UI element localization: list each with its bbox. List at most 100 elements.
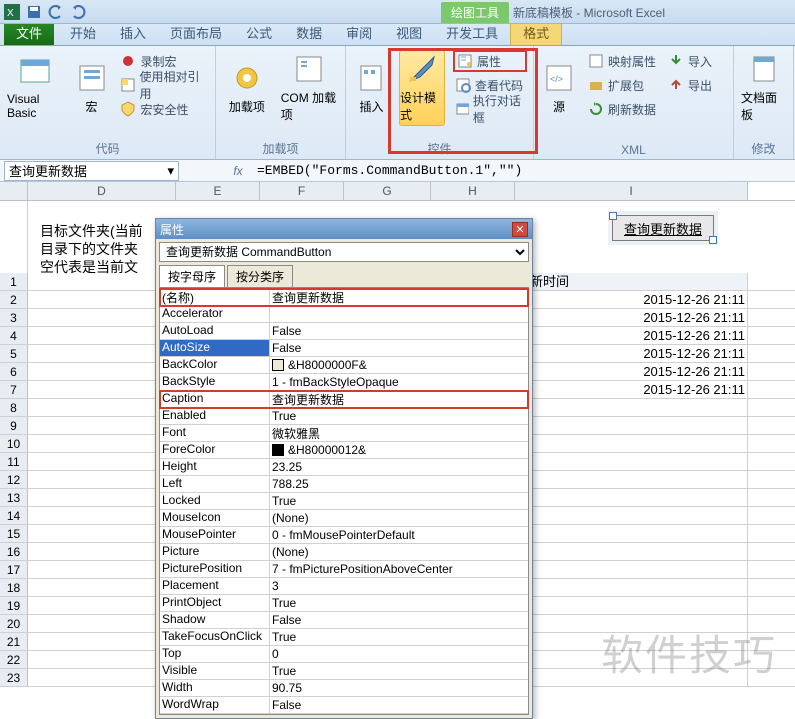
tab-categorized[interactable]: 按分类序 [227,265,293,287]
com-addins-button[interactable]: COM 加载项 [280,50,339,126]
cell[interactable]: 2015-12-26 21:11 [515,327,748,344]
property-value[interactable]: 23.25 [270,459,528,475]
property-value[interactable]: &H8000000F& [270,357,528,373]
cell[interactable] [28,633,176,650]
property-row[interactable]: PicturePosition7 - fmPicturePositionAbov… [160,561,528,578]
col-header-H[interactable]: H [431,182,515,200]
property-row[interactable]: MousePointer0 - fmMousePointerDefault [160,527,528,544]
property-value[interactable]: 90.75 [270,680,528,696]
col-header-G[interactable]: G [344,182,431,200]
property-row[interactable]: Height23.25 [160,459,528,476]
expand-pack-button[interactable]: 扩展包 [586,74,658,96]
property-row[interactable]: MouseIcon(None) [160,510,528,527]
property-row[interactable]: LockedTrue [160,493,528,510]
cell[interactable] [28,309,176,326]
cell[interactable] [515,453,748,470]
properties-titlebar[interactable]: 属性 ✕ [156,219,532,239]
col-header-D[interactable]: D [28,182,176,200]
cell[interactable] [515,471,748,488]
row-header[interactable]: 18 [0,579,28,596]
property-value[interactable]: &H80000012& [270,442,528,458]
row-header[interactable]: 14 [0,507,28,524]
cell[interactable] [28,399,176,416]
property-value[interactable]: False [270,612,528,628]
command-button-object[interactable]: 查询更新数据 [612,215,714,241]
row-header[interactable]: 20 [0,615,28,632]
property-value[interactable]: 0 [270,646,528,662]
cell[interactable] [28,471,176,488]
property-value[interactable]: True [270,493,528,509]
doc-panel-button[interactable]: 文档面板 [740,50,787,126]
property-value[interactable]: True [270,408,528,424]
properties-button[interactable]: 属性 [453,50,527,72]
cell[interactable] [515,399,748,416]
row-header[interactable]: 7 [0,381,28,398]
property-row[interactable]: Font微软雅黑 [160,425,528,442]
tab-alphabetic[interactable]: 按字母序 [159,265,225,287]
property-value[interactable]: True [270,629,528,645]
cell[interactable]: 更新时间 [515,273,748,290]
property-value[interactable]: False [270,323,528,339]
cell[interactable] [28,543,176,560]
row-header[interactable]: 15 [0,525,28,542]
save-icon[interactable] [26,4,42,20]
property-row[interactable]: (名称)查询更新数据 [160,289,528,306]
cell[interactable] [28,435,176,452]
property-value[interactable]: True [270,595,528,611]
property-row[interactable]: PrintObjectTrue [160,595,528,612]
property-value[interactable]: (None) [270,510,528,526]
cell[interactable]: 2015-12-26 21:11 [515,381,748,398]
row-header[interactable]: 16 [0,543,28,560]
xml-source-button[interactable]: </> 源 [540,50,578,126]
cell[interactable] [28,489,176,506]
export-button[interactable]: 导出 [666,74,714,96]
property-row[interactable]: Top0 [160,646,528,663]
property-row[interactable]: ForeColor&H80000012& [160,442,528,459]
col-header-E[interactable]: E [176,182,260,200]
row-header[interactable]: 9 [0,417,28,434]
cell[interactable] [28,381,176,398]
row-header[interactable]: 8 [0,399,28,416]
cell[interactable] [515,561,748,578]
property-row[interactable]: BackColor&H8000000F& [160,357,528,374]
property-value[interactable]: 微软雅黑 [270,425,528,441]
property-row[interactable]: Picture(None) [160,544,528,561]
cell[interactable]: 2015-12-26 21:11 [515,363,748,380]
addins-button[interactable]: 加载项 [222,50,272,126]
property-value[interactable]: False [270,697,528,713]
property-value[interactable] [270,306,528,322]
cell[interactable] [28,507,176,524]
property-row[interactable]: BackStyle1 - fmBackStyleOpaque [160,374,528,391]
select-all-corner[interactable] [0,182,28,200]
row-header[interactable]: 1 [0,273,28,290]
cell[interactable] [28,651,176,668]
property-row[interactable]: EnabledTrue [160,408,528,425]
property-row[interactable]: Width90.75 [160,680,528,697]
cell[interactable]: 2015-12-26 21:11 [515,291,748,308]
property-value[interactable]: 查询更新数据 [270,391,528,407]
row-header[interactable]: 3 [0,309,28,326]
cell[interactable] [28,669,176,686]
property-row[interactable]: Placement3 [160,578,528,595]
cell[interactable] [28,453,176,470]
cell[interactable] [515,579,748,596]
cell[interactable] [515,525,748,542]
cell[interactable] [515,435,748,452]
name-box[interactable]: 查询更新数据 ▾ [4,161,179,181]
property-value[interactable]: (None) [270,544,528,560]
undo-icon[interactable] [48,4,64,20]
redo-icon[interactable] [70,4,86,20]
property-row[interactable]: VisibleTrue [160,663,528,680]
cell[interactable] [28,345,176,362]
cell[interactable] [28,417,176,434]
run-dialog-button[interactable]: 执行对话框 [453,98,527,120]
cell[interactable] [28,363,176,380]
cell[interactable] [28,525,176,542]
visual-basic-button[interactable]: Visual Basic [6,50,65,126]
cell[interactable] [515,507,748,524]
row-header[interactable]: 4 [0,327,28,344]
fx-icon[interactable]: fx [223,164,253,178]
row-header[interactable]: 11 [0,453,28,470]
import-button[interactable]: 导入 [666,50,714,72]
col-header-F[interactable]: F [260,182,344,200]
